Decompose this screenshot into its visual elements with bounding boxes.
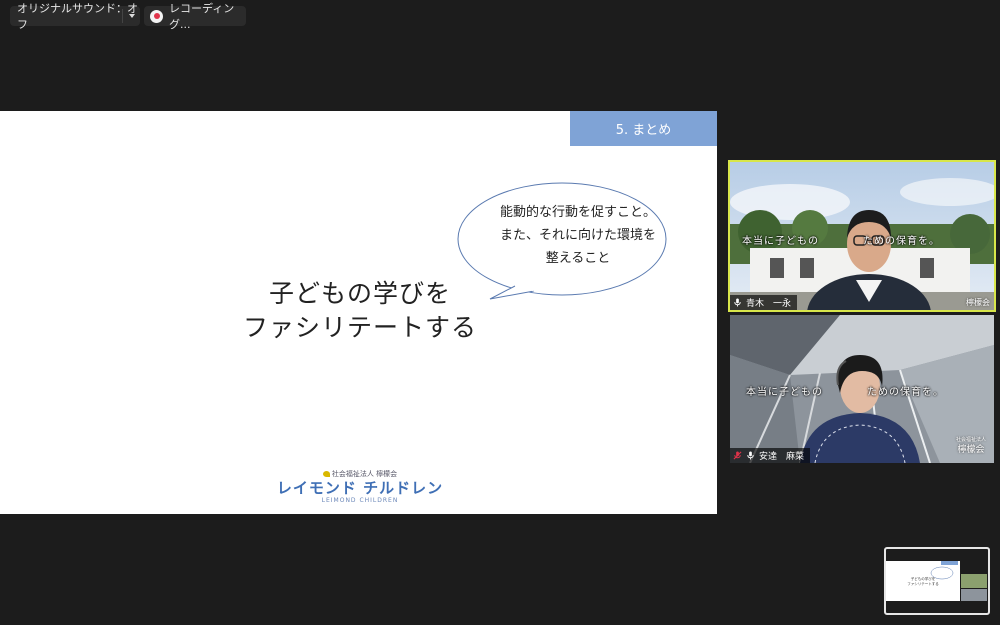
microphone-icon xyxy=(734,298,741,307)
background-logo-small: 社会福祉法人 xyxy=(955,437,986,443)
slide-title-line: 子どもの学びを xyxy=(268,279,451,308)
original-sound-toggle[interactable]: オリジナルサウンド：オフ xyxy=(10,2,140,31)
leaf-icon xyxy=(322,471,330,477)
cloud-record-icon xyxy=(150,9,163,23)
background-logo-main: 檸檬会 xyxy=(957,445,985,455)
slide-title-line: ファシリテートする xyxy=(242,313,477,342)
participant-video-tile[interactable]: 本当に子どもの ための保育を。 檸檬会 青木 一永 xyxy=(728,160,996,312)
bubble-line: また、それに向けた環境を xyxy=(499,228,656,243)
participant-nameplate: 青木 一永 xyxy=(730,295,798,310)
recording-label: レコーディング... xyxy=(169,2,235,31)
minimap-title-line: ファシリテートする xyxy=(907,582,939,586)
meeting-minimap-preview[interactable]: 子どもの学びを ファシリテートする xyxy=(884,547,990,615)
logo-english-text: LEIMOND CHILDREN xyxy=(321,497,399,504)
microphone-muted-icon xyxy=(733,451,742,460)
background-logo: 社会福祉法人 檸檬会 xyxy=(956,435,986,455)
logo-main-text: レイモンド チルドレン xyxy=(276,479,444,497)
participant-nameplate: 安達 麻菜 xyxy=(730,448,811,463)
speech-bubble-text: 能動的な行動を促すこと。 また、それに向けた環境を 整えること xyxy=(478,201,678,270)
logo-org-text: 社会福祉法人 檸檬会 xyxy=(331,470,398,478)
chevron-down-icon[interactable] xyxy=(129,14,135,18)
organization-logo: 社会福祉法人 檸檬会 レイモンド チルドレン LEIMOND CHILDREN xyxy=(270,469,450,504)
recording-indicator[interactable]: レコーディング... xyxy=(144,2,246,31)
minimap-title: 子どもの学びを ファシリテートする xyxy=(906,577,940,587)
slide-title: 子どもの学びを ファシリテートする xyxy=(150,277,570,345)
participant-name: 安達 麻菜 xyxy=(759,452,805,462)
participant-name: 青木 一永 xyxy=(746,299,792,309)
dropdown-separator xyxy=(122,9,123,23)
bubble-line: 能動的な行動を促すこと。 xyxy=(499,205,656,220)
background-caption: 本当に子どもの ための保育を。 xyxy=(746,387,944,398)
bubble-line: 整えること xyxy=(545,251,611,266)
participant-video-tile[interactable]: 本当に子どもの ための保育を。 社会福祉法人 檸檬会 安達 麻菜 xyxy=(730,315,994,463)
background-logo: 檸檬会 xyxy=(966,298,990,307)
shared-screen-slide: 5. まとめ 能動的な行動を促すこと。 また、それに向けた環境を 整えること 子… xyxy=(0,111,717,514)
background-caption: 本当に子どもの ための保育を。 xyxy=(742,236,940,247)
microphone-icon xyxy=(747,451,754,460)
